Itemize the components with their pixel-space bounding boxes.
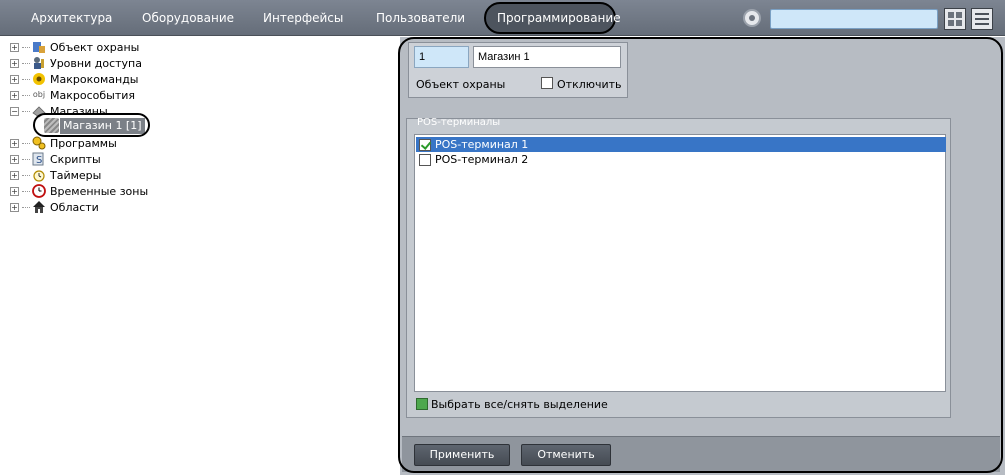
select-all-label[interactable]: Выбрать все/снять выделение xyxy=(431,398,608,411)
grid-layout-icon[interactable] xyxy=(944,8,966,30)
list-menu-icon[interactable] xyxy=(971,8,993,30)
apply-button[interactable]: Применить xyxy=(414,444,510,466)
menu-programming[interactable]: Программирование xyxy=(497,0,621,36)
clock-icon xyxy=(32,184,46,198)
tree-item-timers[interactable]: + Таймеры xyxy=(10,167,101,183)
tree-item-label: Уровни доступа xyxy=(50,56,142,70)
top-menu-bar: Архитектура Оборудование Интерфейсы Поль… xyxy=(0,0,1005,36)
tree-item-label: Макрособытия xyxy=(50,88,136,102)
expand-icon[interactable]: + xyxy=(10,186,19,196)
gear-icon[interactable] xyxy=(743,9,761,27)
obj-macroevent-icon: obj xyxy=(32,90,46,99)
pos-terminal-item[interactable]: POS-терминал 2 xyxy=(416,152,946,167)
shield-object-icon xyxy=(32,40,46,54)
tree-item-label: Макрокоманды xyxy=(50,72,139,86)
object-name-field[interactable] xyxy=(473,46,621,68)
tree-item-programs[interactable]: + Программы xyxy=(10,135,117,151)
highlight-ellipse xyxy=(33,113,150,137)
menu-equipment[interactable]: Оборудование xyxy=(142,0,234,36)
tree-item-access-levels[interactable]: + Уровни доступа xyxy=(10,55,142,71)
expand-icon[interactable]: + xyxy=(10,42,19,52)
tree-item-label: Таймеры xyxy=(50,168,102,182)
tree-item-time-zones[interactable]: + Временные зоны xyxy=(10,183,148,199)
macro-icon xyxy=(32,72,46,86)
svg-text:S: S xyxy=(36,155,42,166)
expand-icon[interactable]: + xyxy=(10,202,19,212)
expand-icon[interactable]: + xyxy=(10,74,19,84)
pos-terminal-checkbox[interactable] xyxy=(419,138,431,151)
pos-terminal-label: POS-терминал 2 xyxy=(435,153,529,166)
expand-icon[interactable]: + xyxy=(10,58,19,68)
menu-interfaces[interactable]: Интерфейсы xyxy=(263,0,343,36)
menu-users[interactable]: Пользователи xyxy=(376,0,465,36)
expand-icon[interactable]: + xyxy=(10,170,19,180)
pos-terminals-title: POS-терминалы xyxy=(417,117,501,128)
tree-item-label: Программы xyxy=(50,136,117,150)
pos-terminal-label: POS-терминал 1 xyxy=(435,138,529,151)
select-all-checkbox[interactable] xyxy=(416,398,428,410)
search-input[interactable] xyxy=(770,9,938,29)
tree-item-label: Области xyxy=(50,200,99,214)
tree-item-security-object[interactable]: + Объект охраны xyxy=(10,39,139,55)
menu-architecture[interactable]: Архитектура xyxy=(31,0,112,36)
object-id-field[interactable] xyxy=(414,46,469,68)
expand-icon[interactable]: + xyxy=(10,90,19,100)
tree-item-areas[interactable]: + Области xyxy=(10,199,99,215)
tree-item-label: Временные зоны xyxy=(50,184,149,198)
tree-item-macroevents[interactable]: + obj Макрособытия xyxy=(10,87,135,103)
disable-checkbox[interactable] xyxy=(541,77,553,89)
expand-icon[interactable]: + xyxy=(10,154,19,164)
tree-item-label: Скрипты xyxy=(50,152,101,166)
object-type-label: Объект охраны xyxy=(416,78,506,91)
timer-icon xyxy=(32,168,46,182)
disable-checkbox-label[interactable]: Отключить xyxy=(557,78,622,91)
program-icon xyxy=(32,136,46,150)
pos-terminals-list[interactable]: POS-терминал 1 POS-терминал 2 xyxy=(414,134,946,392)
tree-item-macros[interactable]: + Макрокоманды xyxy=(10,71,138,87)
collapse-icon[interactable]: − xyxy=(10,106,19,116)
expand-icon[interactable]: + xyxy=(10,138,19,148)
tree-item-scripts[interactable]: + S Скрипты xyxy=(10,151,101,167)
pos-terminal-checkbox[interactable] xyxy=(419,153,431,166)
home-icon xyxy=(32,200,46,214)
access-level-icon xyxy=(32,56,46,70)
tree-item-label: Объект охраны xyxy=(50,40,140,54)
pos-terminal-item[interactable]: POS-терминал 1 xyxy=(416,137,946,152)
script-icon: S xyxy=(32,152,46,166)
cancel-button[interactable]: Отменить xyxy=(521,444,611,466)
